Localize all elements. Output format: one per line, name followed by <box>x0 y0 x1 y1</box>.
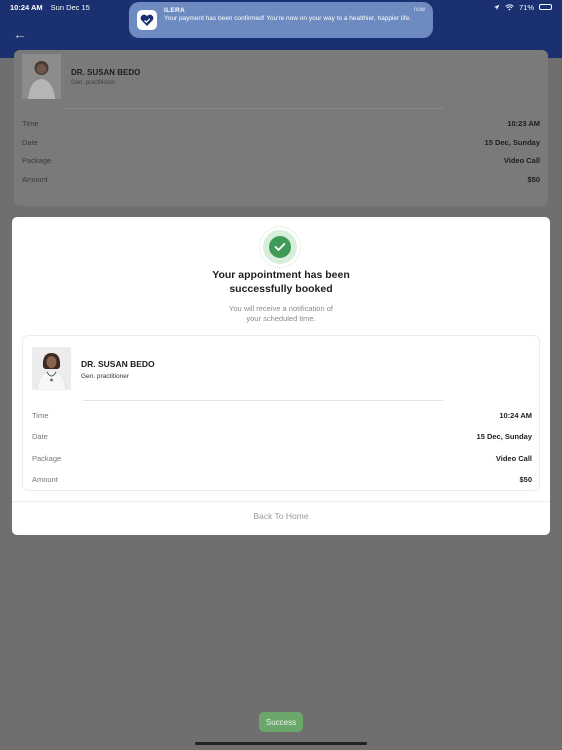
app-icon <box>137 10 157 30</box>
divider <box>12 501 550 502</box>
battery-icon <box>539 4 552 10</box>
notification-app-name: ILERA <box>164 7 185 14</box>
status-right: 71% <box>493 3 552 12</box>
success-badge <box>259 226 301 268</box>
background-doctor-name: DR. SUSAN BEDO <box>71 68 141 77</box>
row-label: Date <box>22 138 38 147</box>
row-label: Time <box>32 411 49 420</box>
home-indicator[interactable] <box>195 742 367 745</box>
background-row-time: Time 10:23 AM <box>22 119 540 128</box>
divider <box>64 108 444 109</box>
modal-subtitle-line: You will receive a notification of <box>229 304 333 313</box>
background-row-date: Date 15 Dec, Sunday <box>22 138 540 147</box>
booking-success-modal: Your appointment has been successfully b… <box>12 217 550 535</box>
wifi-icon <box>505 3 514 10</box>
row-time: Time 10:24 AM <box>32 411 532 420</box>
row-value: 10:24 AM <box>499 411 532 420</box>
notification-body: ILERA Your payment has been confirmed! Y… <box>164 7 414 23</box>
push-notification[interactable]: ILERA Your payment has been confirmed! Y… <box>129 2 433 38</box>
doctor-avatar <box>32 347 71 390</box>
notification-message: Your payment has been confirmed! You're … <box>164 15 412 22</box>
modal-title-line: Your appointment has been <box>212 269 350 281</box>
status-date: Sun Dec 15 <box>50 2 90 12</box>
background-doctor-avatar <box>22 54 61 99</box>
status-time: 10:24 AM <box>10 2 43 12</box>
success-toast: Success <box>259 712 303 732</box>
background-row-amount: Amount $50 <box>22 175 540 184</box>
doctor-name: DR. SUSAN BEDO <box>81 359 155 369</box>
modal-subtitle-line: your scheduled time. <box>246 314 316 323</box>
row-package: Package Video Call <box>32 454 532 463</box>
modal-subtitle: You will receive a notification of your … <box>12 304 550 324</box>
row-label: Amount <box>22 175 48 184</box>
divider <box>83 400 443 401</box>
modal-title: Your appointment has been successfully b… <box>12 268 550 296</box>
row-label: Time <box>22 119 39 128</box>
background-doctor-role: Gen. practitioner <box>71 80 116 86</box>
row-value: 15 Dec, Sunday <box>484 138 540 147</box>
row-value: 10:23 AM <box>507 119 540 128</box>
doctor-role: Gen. practitioner <box>81 373 130 380</box>
row-amount: Amount $50 <box>32 475 532 484</box>
row-label: Amount <box>32 475 58 484</box>
row-value: $50 <box>519 475 532 484</box>
row-label: Package <box>22 156 52 165</box>
background-appointment-card: DR. SUSAN BEDO Gen. practitioner Time 10… <box>14 50 548 206</box>
back-arrow-icon[interactable]: ← <box>13 26 27 42</box>
back-to-home-button[interactable]: Back To Home <box>12 511 550 521</box>
row-label: Date <box>32 432 48 441</box>
appointment-summary-card: DR. SUSAN BEDO Gen. practitioner Time 10… <box>22 335 540 491</box>
row-value: Video Call <box>495 454 532 463</box>
row-date: Date 15 Dec, Sunday <box>32 432 532 441</box>
row-value: 15 Dec, Sunday <box>476 432 532 441</box>
battery-percent: 71% <box>518 2 534 12</box>
background-row-package: Package Video Call <box>22 156 540 165</box>
modal-title-line: successfully booked <box>229 283 333 295</box>
location-icon <box>493 4 500 10</box>
notification-time: now <box>413 7 425 13</box>
row-label: Package <box>32 454 62 463</box>
row-value: $50 <box>527 175 540 184</box>
row-value: Video Call <box>503 156 540 165</box>
